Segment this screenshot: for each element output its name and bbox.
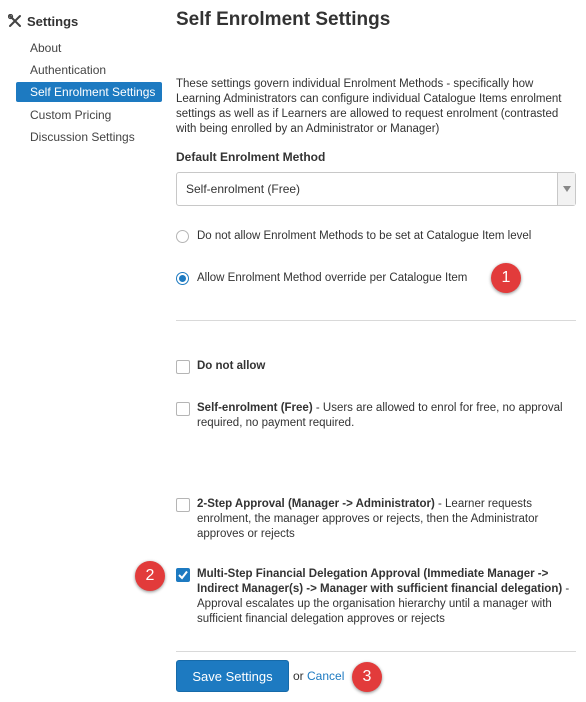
main-content: Self Enrolment Settings These settings g…: [176, 0, 576, 702]
default-enrolment-method-select[interactable]: Self-enrolment (Free): [176, 172, 576, 206]
sidebar-header: Settings: [8, 12, 78, 30]
dropdown-arrow[interactable]: [557, 173, 575, 205]
sidebar-item-about[interactable]: About: [16, 38, 162, 58]
checkbox[interactable]: [176, 498, 190, 512]
callout-badge-3: 3: [352, 662, 382, 692]
checkbox[interactable]: [176, 402, 190, 416]
settings-description: These settings govern individual Enrolme…: [176, 78, 562, 135]
checkmark-icon: [178, 570, 188, 580]
save-settings-button[interactable]: Save Settings: [176, 660, 289, 692]
radio-label: Allow Enrolment Method override per Cata…: [197, 272, 468, 284]
default-enrolment-method-label: Default Enrolment Method: [176, 150, 326, 164]
radio-label: Do not allow Enrolment Methods to be set…: [197, 230, 532, 242]
sidebar-item-authentication[interactable]: Authentication: [16, 60, 162, 80]
sidebar-item-discussion-settings[interactable]: Discussion Settings: [16, 127, 162, 147]
radio-button-selected[interactable]: [176, 271, 189, 285]
select-value: Self-enrolment (Free): [186, 182, 301, 196]
chevron-down-icon: [562, 186, 571, 192]
page-title: Self Enrolment Settings: [176, 9, 391, 30]
callout-badge-2: 2: [135, 561, 165, 591]
checkbox-label: Self-enrolment (Free) - Users are allowe…: [197, 402, 563, 429]
sidebar-title: Settings: [27, 13, 79, 29]
tools-icon: [8, 14, 21, 27]
checkbox[interactable]: [176, 360, 190, 374]
checkbox-label: Multi-Step Financial Delegation Approval…: [197, 568, 570, 625]
footer-divider: [176, 651, 576, 652]
sidebar-item-self-enrolment-settings[interactable]: Self Enrolment Settings: [16, 82, 162, 102]
checkbox-label: Do not allow: [197, 360, 266, 372]
sidebar-item-custom-pricing[interactable]: Custom Pricing: [16, 105, 162, 125]
callout-badge-1: 1: [491, 263, 521, 293]
radio-allow-override[interactable]: Allow Enrolment Method override per Cata…: [176, 269, 467, 287]
settings-sidebar: Settings About Authentication Self Enrol…: [0, 0, 166, 702]
section-divider: [176, 320, 576, 321]
checkbox-label: 2-Step Approval (Manager -> Administrato…: [197, 498, 539, 540]
radio-no-override[interactable]: Do not allow Enrolment Methods to be set…: [176, 227, 531, 245]
or-text: or: [293, 669, 304, 683]
radio-button[interactable]: [176, 229, 189, 243]
cancel-link[interactable]: Cancel: [307, 669, 344, 683]
checkbox-checked[interactable]: [176, 568, 190, 582]
